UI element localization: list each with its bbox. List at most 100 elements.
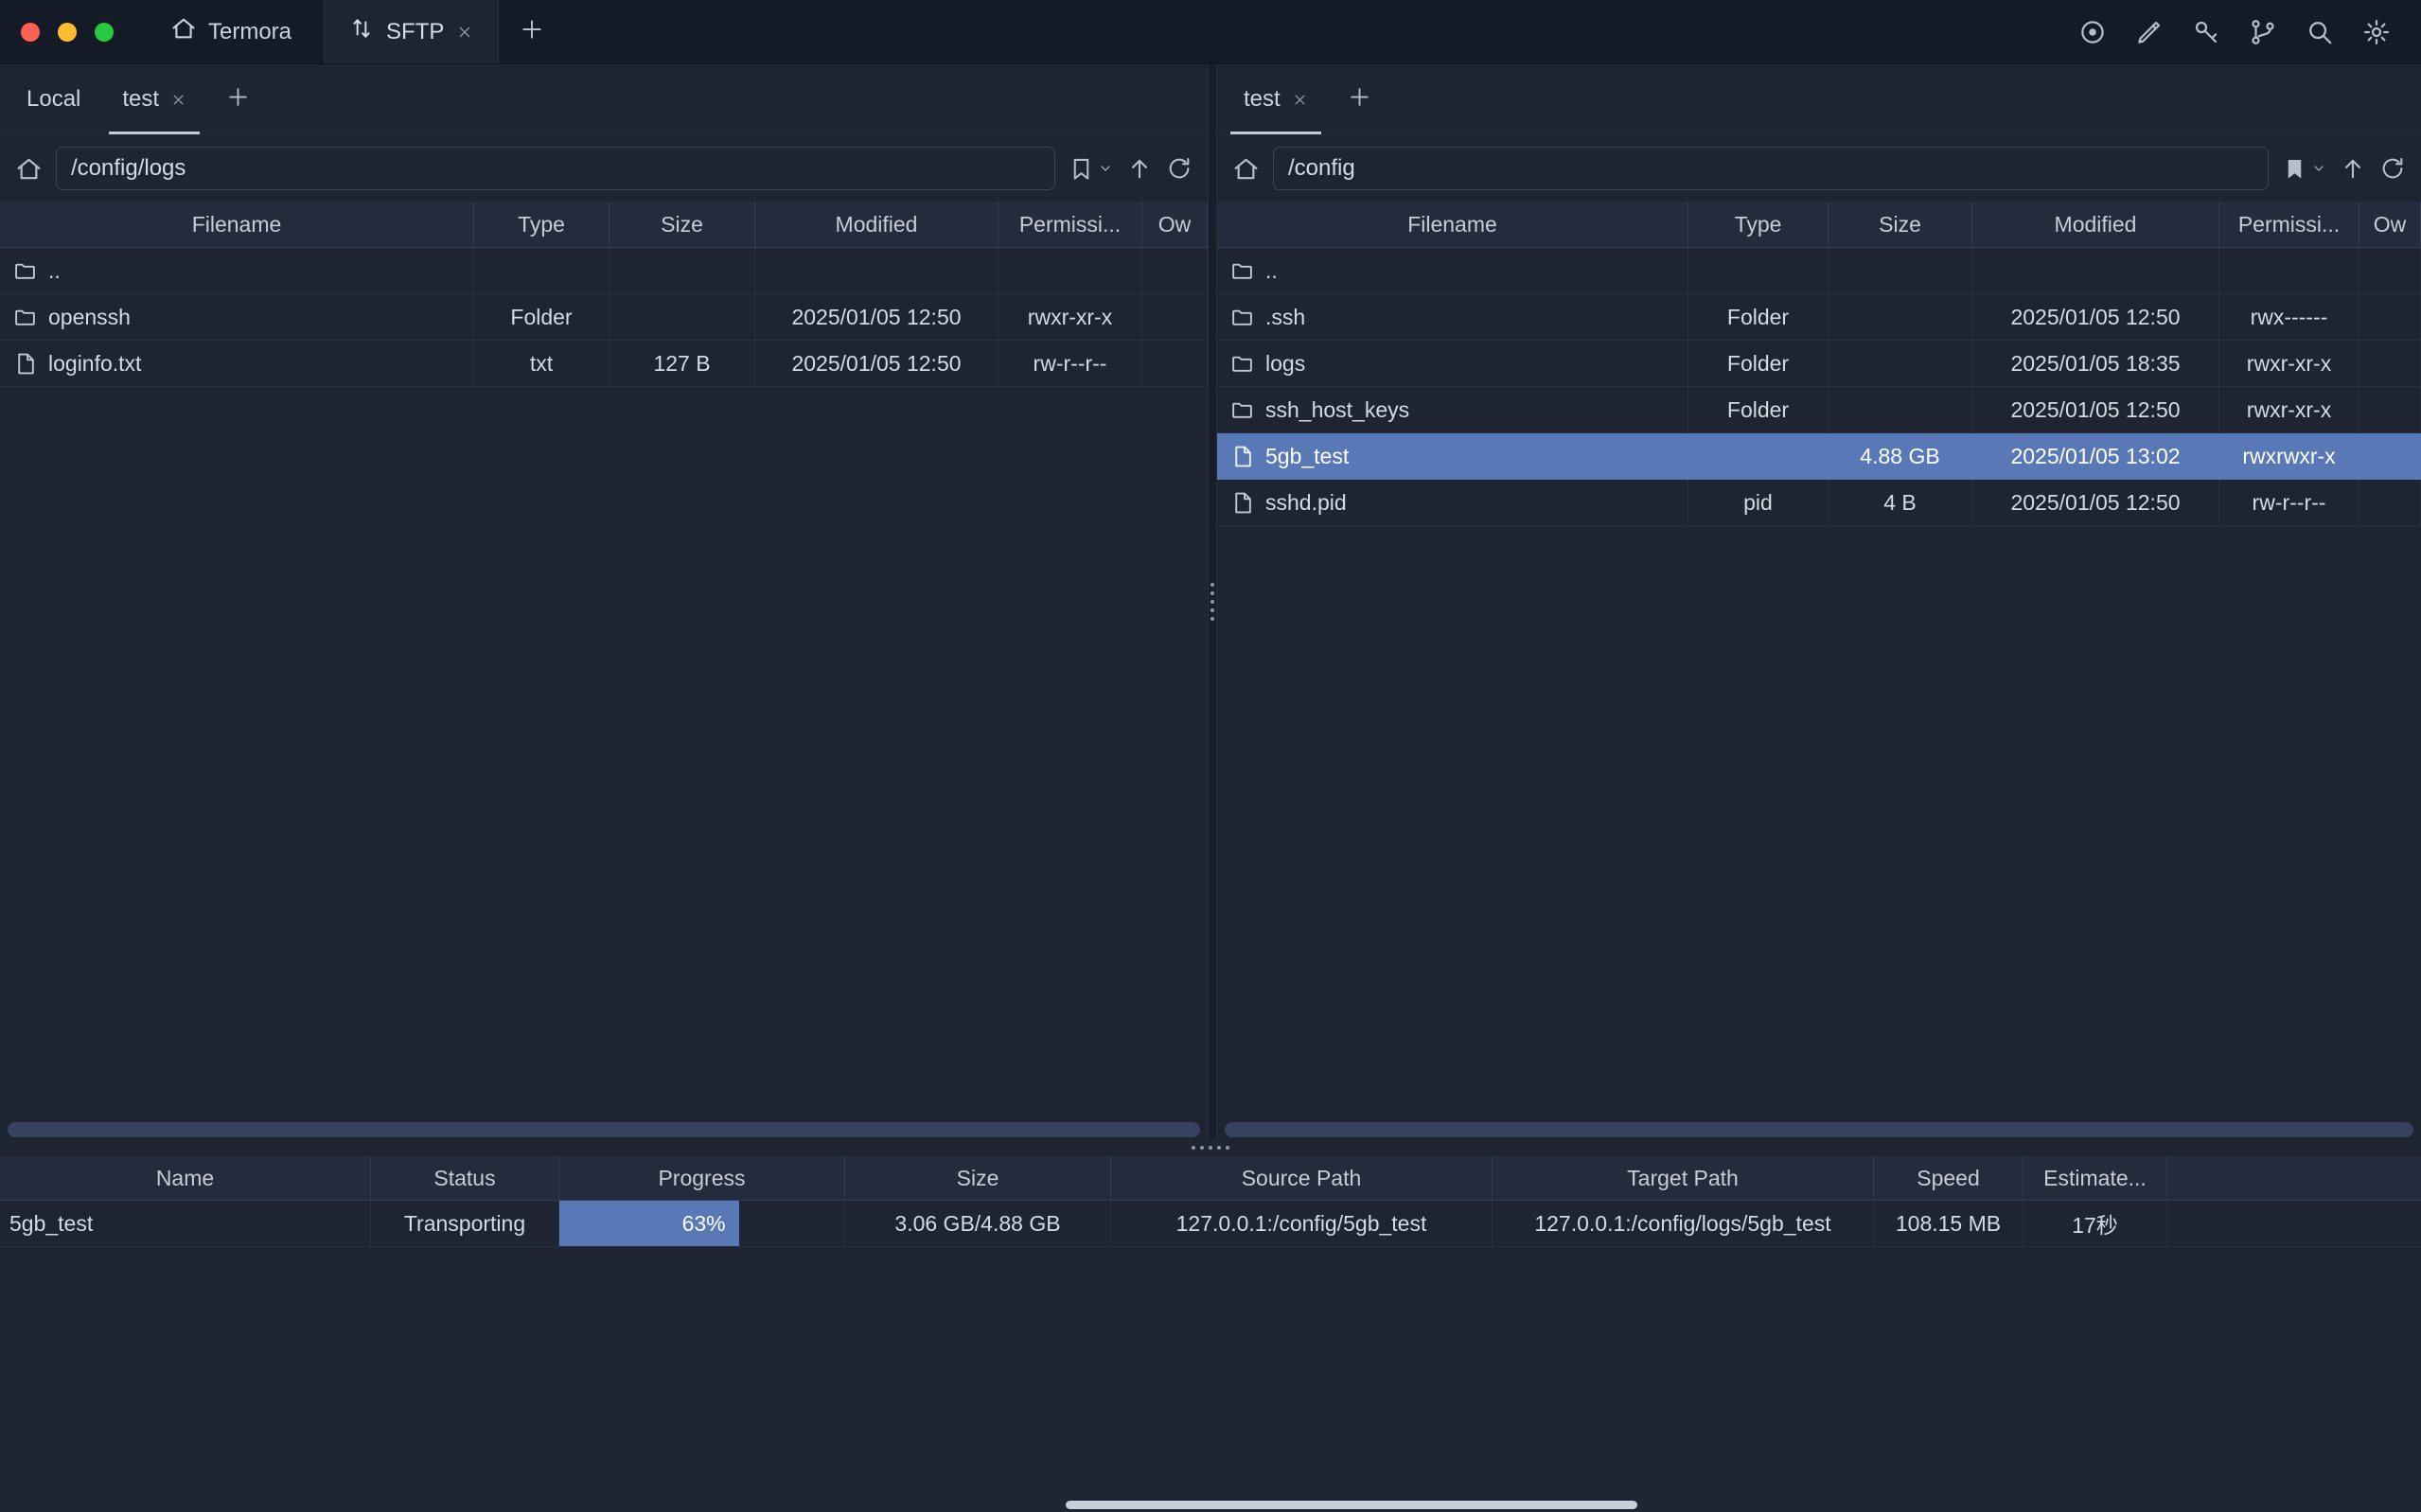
record-icon[interactable] (2078, 18, 2107, 46)
column-header-filename[interactable]: Filename (0, 202, 474, 247)
pane-splitter[interactable] (1208, 64, 1217, 1139)
column-header-type[interactable]: Type (474, 202, 610, 247)
file-row[interactable]: loginfo.txt txt 127 B 2025/01/05 12:50 r… (0, 341, 1208, 387)
file-owner (2359, 387, 2421, 432)
file-modified (755, 248, 998, 293)
file-permissions: rwxr-xr-x (2219, 387, 2359, 432)
file-owner (1142, 341, 1208, 386)
home-icon[interactable] (15, 155, 43, 183)
column-header-filename[interactable]: Filename (1217, 202, 1688, 247)
close-icon[interactable] (1292, 92, 1308, 108)
folder-icon (13, 306, 37, 329)
tab-sftp[interactable]: SFTP (324, 0, 499, 63)
tab-test-left[interactable]: test (101, 64, 207, 134)
column-header-permissions[interactable]: Permissi... (2219, 202, 2359, 247)
file-type (474, 248, 610, 293)
file-owner (2359, 341, 2421, 386)
file-row[interactable]: openssh Folder 2025/01/05 12:50 rwxr-xr-… (0, 294, 1208, 341)
column-header-speed[interactable]: Speed (1874, 1156, 2023, 1200)
parent-directory-button[interactable] (1126, 155, 1153, 182)
file-row[interactable]: sshd.pid pid 4 B 2025/01/05 12:50 rw-r--… (1217, 480, 2421, 526)
column-header-size[interactable]: Size (1829, 202, 1972, 247)
parent-directory-button[interactable] (2340, 155, 2366, 182)
column-header-modified[interactable]: Modified (1972, 202, 2219, 247)
search-icon[interactable] (2306, 18, 2334, 46)
home-icon (170, 15, 197, 48)
chevron-down-icon[interactable] (2311, 161, 2326, 176)
transfer-row[interactable]: 5gb_test Transporting 63% 3.06 GB/4.88 G… (0, 1201, 2421, 1247)
column-header-owner[interactable]: Ow (1142, 202, 1208, 247)
column-header-size[interactable]: Size (845, 1156, 1111, 1200)
column-header-type[interactable]: Type (1688, 202, 1829, 247)
file-row[interactable]: .ssh Folder 2025/01/05 12:50 rwx------ (1217, 294, 2421, 341)
bookmark-icon[interactable] (1069, 156, 1094, 182)
zoom-window-button[interactable] (95, 23, 114, 42)
filename: openssh (48, 305, 131, 330)
file-size (610, 248, 755, 293)
edit-pencil-icon[interactable] (2135, 18, 2164, 46)
file-size (1829, 294, 1972, 340)
file-type (1688, 433, 1829, 479)
settings-gear-icon[interactable] (2362, 18, 2391, 46)
file-row-parent[interactable]: .. (0, 248, 1208, 294)
file-permissions (998, 248, 1142, 293)
chevron-down-icon[interactable] (1098, 161, 1113, 176)
file-size (1829, 341, 1972, 386)
file-permissions (2219, 248, 2359, 293)
horizontal-scrollbar[interactable] (1225, 1122, 2413, 1137)
column-header-progress[interactable]: Progress (559, 1156, 845, 1200)
file-modified: 2025/01/05 12:50 (1972, 294, 2219, 340)
file-type (1688, 248, 1829, 293)
column-header-owner[interactable]: Ow (2359, 202, 2421, 247)
file-modified (1972, 248, 2219, 293)
path-input[interactable] (1273, 147, 2269, 190)
new-tab-button[interactable] (499, 0, 565, 63)
column-header-source-path[interactable]: Source Path (1111, 1156, 1493, 1200)
file-owner (1142, 294, 1208, 340)
column-header-modified[interactable]: Modified (755, 202, 998, 247)
key-icon[interactable] (2192, 18, 2220, 46)
bottom-horizontal-scrollbar[interactable] (1066, 1501, 1637, 1509)
file-size (1829, 387, 1972, 432)
column-header-estimate[interactable]: Estimate... (2023, 1156, 2167, 1200)
file-size: 4.88 GB (1829, 433, 1972, 479)
horizontal-scrollbar[interactable] (8, 1122, 1200, 1137)
tab-test-right[interactable]: test (1223, 64, 1329, 134)
column-header-name[interactable]: Name (0, 1156, 371, 1200)
column-header-size[interactable]: Size (610, 202, 755, 247)
progress-bar: 63% (559, 1201, 739, 1246)
bookmark-filled-icon[interactable] (2282, 156, 2307, 182)
file-row-selected[interactable]: 5gb_test 4.88 GB 2025/01/05 13:02 rwxrwx… (1217, 433, 2421, 480)
branch-icon[interactable] (2249, 18, 2277, 46)
file-row-parent[interactable]: .. (1217, 248, 2421, 294)
new-pane-tab-button[interactable] (207, 64, 269, 134)
tab-termora[interactable]: Termora (138, 0, 324, 63)
tab-local[interactable]: Local (6, 64, 101, 134)
column-header-target-path[interactable]: Target Path (1493, 1156, 1874, 1200)
transfer-panel-splitter[interactable] (0, 1139, 2421, 1156)
file-modified: 2025/01/05 12:50 (1972, 387, 2219, 432)
home-icon[interactable] (1232, 155, 1260, 183)
refresh-icon[interactable] (2379, 155, 2406, 182)
file-owner (2359, 433, 2421, 479)
transfer-name: 5gb_test (0, 1201, 371, 1246)
transfer-speed: 108.15 MB (1874, 1201, 2023, 1246)
close-icon[interactable] (170, 92, 186, 108)
file-row[interactable]: ssh_host_keys Folder 2025/01/05 12:50 rw… (1217, 387, 2421, 433)
new-pane-tab-button[interactable] (1329, 64, 1390, 134)
right-table-header: Filename Type Size Modified Permissi... … (1217, 202, 2421, 248)
refresh-icon[interactable] (1166, 155, 1193, 182)
plus-icon (520, 17, 544, 47)
minimize-window-button[interactable] (58, 23, 77, 42)
progress-label: 63% (682, 1211, 726, 1237)
filename: .. (48, 258, 61, 284)
folder-icon (1230, 306, 1254, 329)
file-size: 127 B (610, 341, 755, 386)
close-window-button[interactable] (21, 23, 40, 42)
close-icon[interactable] (456, 24, 473, 41)
path-input[interactable] (56, 147, 1055, 190)
file-row[interactable]: logs Folder 2025/01/05 18:35 rwxr-xr-x (1217, 341, 2421, 387)
column-header-status[interactable]: Status (371, 1156, 559, 1200)
file-icon (1230, 445, 1254, 468)
column-header-permissions[interactable]: Permissi... (998, 202, 1142, 247)
